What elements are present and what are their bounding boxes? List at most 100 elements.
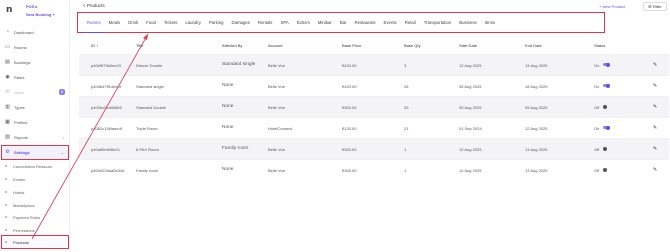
inbox-count-badge: 8 (59, 89, 65, 95)
tab-drink[interactable]: Drink (124, 12, 142, 33)
column-header-start-date[interactable]: Start Date (459, 43, 477, 48)
settings-emails[interactable]: Emails (2, 173, 68, 185)
cell-id: p40d9f73b0ec03 (91, 63, 121, 68)
sub-item-label: Emails (13, 176, 26, 182)
sidebar-item-inbox[interactable]: ✉ Inbox 8 (2, 86, 68, 99)
filter-button[interactable]: ☰ Filter (643, 2, 667, 11)
sidebar-item-types[interactable]: ▥ Types (2, 101, 68, 114)
edit-pencil-icon[interactable]: ✎ (653, 62, 659, 68)
tab-rentals[interactable]: Rentals (254, 12, 277, 33)
cell-start-date: 05 Aug 2025 (459, 105, 482, 110)
status-toggle[interactable] (603, 104, 607, 109)
tab-parking[interactable]: Parking (205, 12, 228, 33)
bullet-icon (5, 191, 7, 193)
cell-id: p40d422bda0b34d (91, 168, 125, 173)
tab-laundry[interactable]: Laundry (181, 12, 205, 33)
status-toggle[interactable] (603, 167, 607, 172)
edit-pencil-icon[interactable]: ✎ (653, 104, 659, 110)
status-label: Off (594, 168, 600, 173)
status-label: Off (594, 147, 600, 152)
sidebar-item-label: Rooms (14, 45, 27, 50)
status-toggle[interactable] (603, 146, 607, 151)
sidebar-item-settings[interactable]: ⚙ Settings ⌄ (1, 145, 69, 160)
table-row[interactable]: p4082c13f4aee4f Triple Room None HotelCo… (79, 117, 669, 138)
tab-food[interactable]: Food (142, 12, 160, 33)
main-content: < Products + New Product ☰ Filter Rooms … (71, 0, 670, 252)
column-header-status[interactable]: Status (594, 43, 605, 48)
cell-id: p40dbd7ff14ee4f (91, 84, 121, 89)
column-header-title[interactable]: Title (136, 43, 143, 48)
tab-tickets[interactable]: Tickets (160, 12, 181, 33)
pos-link[interactable]: POS ▸ (26, 4, 38, 9)
sidebar-item-reports[interactable]: ▨ Reports › (2, 131, 68, 144)
table-row[interactable]: p40a89e606b01 8 PAX Room Family room Bel… (79, 138, 669, 159)
cell-id: p400bc0ea068b0 (91, 105, 122, 110)
sidebar-item-bookings[interactable]: ▤ Bookings (2, 56, 68, 69)
column-header-account[interactable]: Account (268, 43, 282, 48)
tab-damages[interactable]: Damages (227, 12, 253, 33)
cell-title: Standard single (136, 84, 164, 89)
status-label: On (594, 84, 600, 89)
edit-pencil-icon[interactable]: ✎ (653, 167, 659, 173)
settings-cancellation-reasons[interactable]: Cancellation Reasons (2, 160, 68, 172)
edit-pencil-icon[interactable]: ✎ (653, 83, 659, 89)
settings-hotels[interactable]: Hotels (2, 186, 68, 198)
sidebar-item-profiles[interactable]: ▦ Profiles (2, 116, 68, 129)
column-header-affected-by[interactable]: Affected By (222, 43, 242, 48)
status-toggle[interactable] (603, 83, 610, 88)
column-header-end-date[interactable]: End Date (525, 43, 542, 48)
tab-bar[interactable]: Bar (336, 12, 351, 33)
tab-restaurant[interactable]: Restaurant (351, 12, 380, 33)
tab-business[interactable]: Business (455, 12, 480, 33)
tab-extras[interactable]: Extra's (293, 12, 314, 33)
settings-payment-rules[interactable]: Payment Rules (2, 211, 68, 223)
table-row[interactable]: p40dbd7ff14ee4f Standard single None Bel… (79, 75, 669, 96)
cell-start-date: 01 Sep 2024 (459, 126, 482, 131)
tab-retail[interactable]: Retail (401, 12, 420, 33)
sub-item-label: Cancellation Reasons (13, 163, 52, 169)
cell-start-date: 12 Aug 2025 (459, 63, 482, 68)
new-booking-link[interactable]: New Booking + (26, 12, 55, 17)
table-row[interactable]: p40d422bda0b34d Family room None Belle V… (79, 159, 669, 180)
sidebar-item-rates[interactable]: ◉ Rates (2, 71, 68, 84)
table-header: ID ↑ Title Affected By Account Base Pric… (79, 40, 669, 50)
sidebar-item-label: Bookings (14, 60, 31, 65)
tab-items[interactable]: Items (481, 12, 500, 33)
settings-permissions[interactable]: Permissions (2, 224, 68, 236)
status-toggle[interactable] (603, 62, 610, 67)
column-header-base-qty[interactable]: Base Qty (404, 43, 420, 48)
rates-icon: ◉ (5, 74, 10, 80)
back-to-products-link[interactable]: < Products (83, 3, 105, 8)
cell-id: p40a89e606b01 (91, 147, 120, 152)
sidebar-item-label: Settings (14, 150, 30, 155)
table-row[interactable]: p400bc0ea068b0 Standard Double None Bell… (79, 96, 669, 117)
tab-rooms[interactable]: Rooms (83, 12, 105, 33)
status-toggle[interactable] (603, 125, 610, 130)
edit-pencil-icon[interactable]: ✎ (653, 125, 659, 131)
settings-products[interactable]: Products (1, 235, 69, 249)
tab-transportation[interactable]: Transportation (420, 12, 456, 33)
column-header-id[interactable]: ID ↑ (91, 43, 98, 48)
tab-events[interactable]: Events (380, 12, 401, 33)
cell-base-qty: 1 (404, 147, 407, 152)
settings-marketplace[interactable]: Marketplace (2, 199, 68, 211)
app-logo: n (6, 5, 13, 15)
profiles-icon: ▦ (5, 119, 10, 125)
cell-base-price: €300.00 (342, 168, 357, 173)
tab-spa[interactable]: SPA (276, 12, 292, 33)
chevron-right-icon: › (62, 135, 64, 140)
edit-pencil-icon[interactable]: ✎ (653, 146, 659, 152)
bookings-icon: ▤ (5, 59, 10, 65)
sub-item-label: Hotels (13, 189, 25, 195)
sidebar-item-dashboard[interactable]: ◔ Dashboard (2, 26, 68, 39)
cell-base-qty: 3 (404, 63, 407, 68)
tab-meals[interactable]: Meals (105, 12, 124, 33)
new-product-button[interactable]: + New Product (599, 4, 625, 9)
column-header-base-price[interactable]: Base Price (342, 43, 361, 48)
sidebar-item-rooms[interactable]: ▭ Rooms (2, 41, 68, 54)
table-row[interactable]: p40d9f73b0ec03 Deluxe Double Standard si… (79, 54, 669, 75)
cell-start-date: 12 Aug 2025 (459, 168, 482, 173)
status-label: On (594, 126, 600, 131)
tab-minibar[interactable]: Minibar (314, 12, 336, 33)
cell-affected-by: None (222, 104, 234, 109)
